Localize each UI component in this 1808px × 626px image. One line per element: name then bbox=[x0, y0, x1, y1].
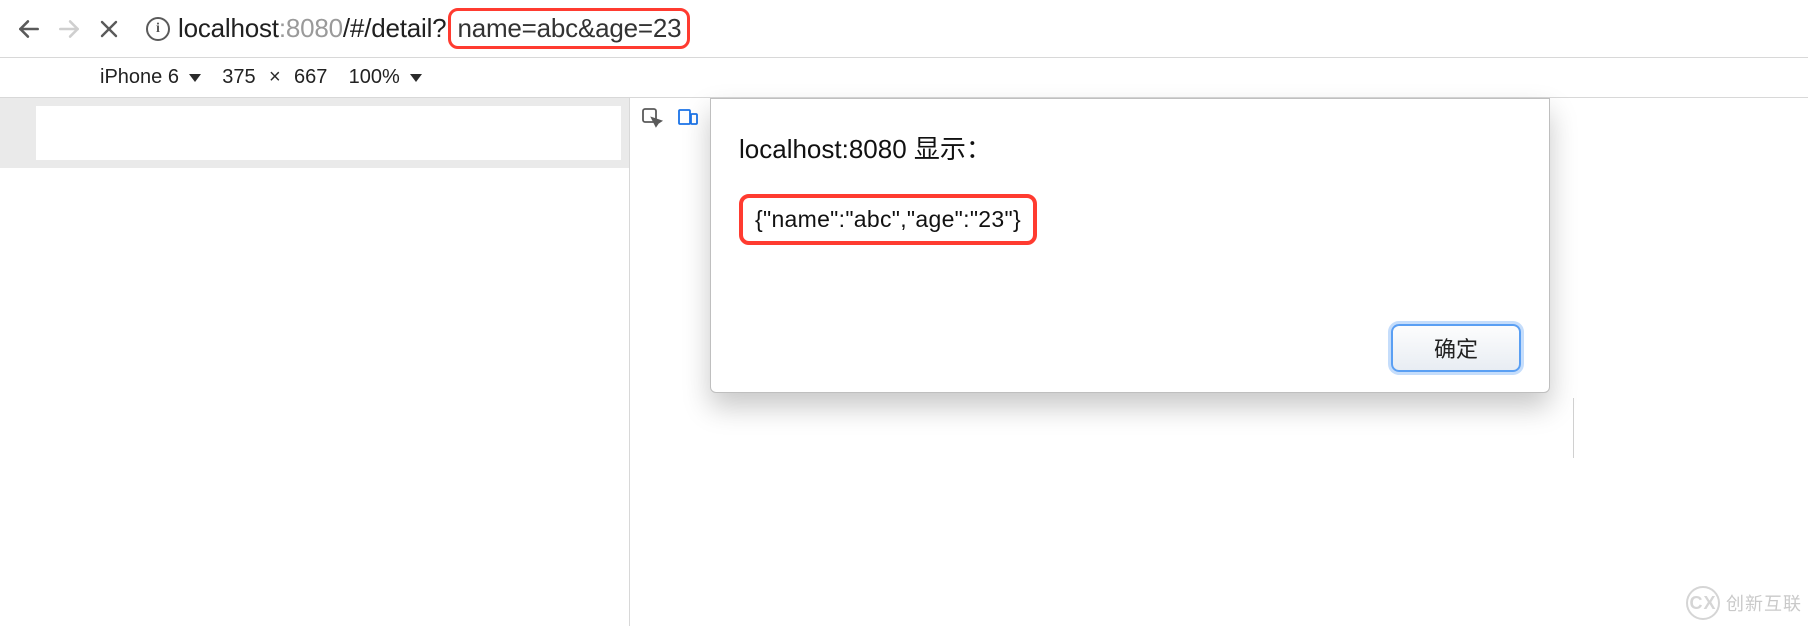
browser-nav-bar: i localhost:8080/#/detail? name=abc&age=2… bbox=[0, 0, 1808, 58]
chevron-down-icon bbox=[189, 74, 201, 82]
device-frame-bg bbox=[0, 98, 629, 168]
device-toolbar: iPhone 6 375 × 667 100% bbox=[0, 58, 1808, 98]
url-path: /#/detail? bbox=[343, 13, 447, 44]
viewport-width[interactable]: 375 bbox=[219, 65, 259, 90]
device-toggle-icon[interactable] bbox=[676, 106, 700, 130]
chevron-down-icon bbox=[410, 74, 422, 82]
url-query-highlight: name=abc&age=23 bbox=[448, 8, 690, 49]
device-preview-pane bbox=[0, 98, 630, 626]
zoom-select[interactable]: 100% bbox=[349, 66, 422, 89]
ok-button-label: 确定 bbox=[1434, 332, 1478, 364]
devtools-pane: localhost:8080 显示： {"name":"abc","age":"… bbox=[630, 98, 1808, 626]
address-bar[interactable]: i localhost:8080/#/detail? name=abc&age=2… bbox=[146, 8, 1794, 49]
device-page bbox=[36, 106, 621, 160]
times-icon: × bbox=[269, 66, 281, 89]
alert-title: localhost:8080 显示： bbox=[739, 129, 1521, 166]
watermark-logo: CX bbox=[1686, 586, 1720, 620]
content-split: localhost:8080 显示： {"name":"abc","age":"… bbox=[0, 98, 1808, 626]
viewport-height[interactable]: 667 bbox=[291, 65, 331, 90]
back-icon[interactable] bbox=[14, 14, 44, 44]
alert-body-highlight: {"name":"abc","age":"23"} bbox=[739, 194, 1037, 245]
alert-footer: 确定 bbox=[739, 324, 1521, 372]
url-query: name=abc&age=23 bbox=[457, 13, 681, 44]
device-label: iPhone 6 bbox=[100, 66, 179, 89]
ok-button[interactable]: 确定 bbox=[1391, 324, 1521, 372]
url-host: localhost bbox=[178, 13, 279, 44]
viewport-dims: 375 × 667 bbox=[219, 65, 331, 90]
watermark: CX 创新互联 bbox=[1686, 586, 1802, 620]
url-port: :8080 bbox=[279, 13, 343, 44]
zoom-label: 100% bbox=[349, 66, 400, 89]
url-text: localhost:8080/#/detail? name=abc&age=23 bbox=[178, 8, 690, 49]
alert-body-text: {"name":"abc","age":"23"} bbox=[755, 206, 1021, 232]
close-icon[interactable] bbox=[94, 14, 124, 44]
forward-icon bbox=[54, 14, 84, 44]
inspect-icon[interactable] bbox=[640, 106, 664, 130]
watermark-text: 创新互联 bbox=[1726, 590, 1802, 616]
info-icon[interactable]: i bbox=[146, 17, 170, 41]
divider bbox=[1573, 398, 1574, 458]
alert-dialog: localhost:8080 显示： {"name":"abc","age":"… bbox=[710, 98, 1550, 393]
device-select[interactable]: iPhone 6 bbox=[100, 66, 201, 89]
